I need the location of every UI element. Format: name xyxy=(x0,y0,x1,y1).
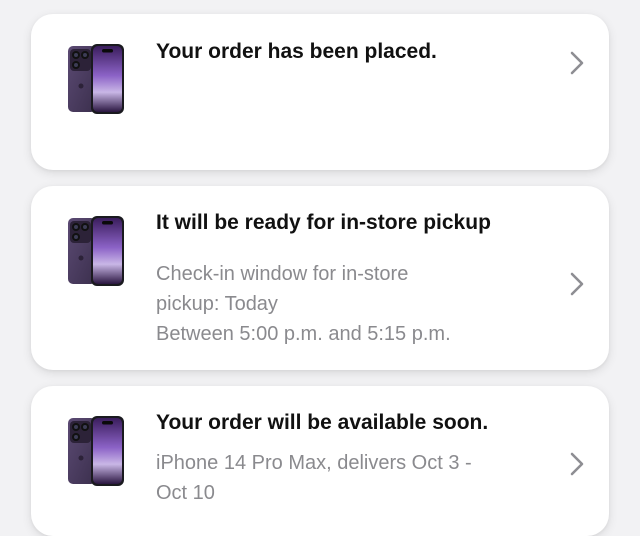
detail-line: pickup: Today xyxy=(156,293,278,315)
iphone-product-icon xyxy=(67,44,125,116)
iphone-product-icon xyxy=(67,416,125,488)
pickup-card[interactable]: It will be ready for in-store pickup Che… xyxy=(31,186,609,370)
detail-line: Check-in window for in-store xyxy=(156,263,409,285)
iphone-product-icon xyxy=(67,216,125,288)
chevron-right-icon[interactable] xyxy=(569,271,585,297)
order-placed-card[interactable]: Your order has been placed. xyxy=(31,14,609,170)
card-title: Your order will be available soon. xyxy=(156,411,489,434)
card-detail: iPhone 14 Pro Max, delivers Oct 3 - Oct … xyxy=(156,448,536,508)
detail-line: Between 5:00 p.m. and 5:15 p.m. xyxy=(156,323,451,345)
detail-line: iPhone 14 Pro Max, delivers Oct 3 - xyxy=(156,452,472,474)
detail-line: Oct 10 xyxy=(156,482,215,504)
chevron-right-icon[interactable] xyxy=(569,50,585,76)
card-title: Your order has been placed. xyxy=(156,40,437,63)
card-title: It will be ready for in-store pickup xyxy=(156,211,491,234)
chevron-right-icon[interactable] xyxy=(569,451,585,477)
card-detail: Check-in window for in-store pickup: Tod… xyxy=(156,259,536,349)
availability-card[interactable]: Your order will be available soon. iPhon… xyxy=(31,386,609,536)
